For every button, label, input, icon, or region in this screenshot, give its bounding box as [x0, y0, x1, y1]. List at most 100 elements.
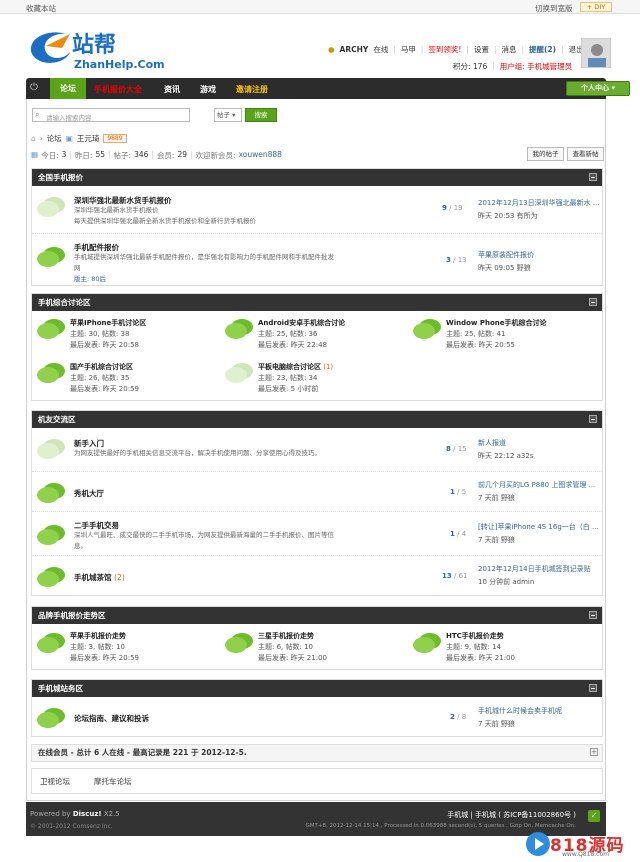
- watermark-url: www.Q818.com: [562, 851, 609, 858]
- section-site-affairs: 手机城站务区 论坛指南、建议和投诉 2 / 8 手机城什么时候会卖手机呢 7 天前…: [31, 679, 603, 737]
- forum-last-post: 2012年12月14日手机城签到记录贴 10 分钟前 admin: [478, 565, 591, 586]
- collapse-icon[interactable]: [589, 611, 597, 619]
- nav-phone-prices[interactable]: 手机报价大全: [94, 84, 142, 95]
- nav-games[interactable]: 游戏: [200, 84, 216, 95]
- expand-icon[interactable]: +: [590, 748, 598, 756]
- forum-counts: 13 / 61: [442, 572, 468, 580]
- forum-row: 论坛指南、建议和投诉 2 / 8 手机城什么时候会卖手机呢 7 天前 野狼: [32, 697, 602, 737]
- forum-desc: 为网友提供最好的手机相关信息交流平台，解决手机使用问题、分享使用心得及技巧。: [74, 449, 321, 457]
- nav-invite[interactable]: 邀请注册: [236, 84, 268, 95]
- home-icon[interactable]: ⌂: [31, 134, 36, 143]
- username[interactable]: ARCHY: [340, 45, 369, 54]
- forum-row: 手机配件报价 手机城提供深圳华强北最新手机配件报价，是华强北有影响力的手机配件网…: [32, 234, 602, 286]
- last-post-link[interactable]: [转让]苹果iPhone 4S 16g一台（白 ...: [478, 523, 599, 531]
- forum-counts: 2 / 8: [450, 713, 467, 721]
- avatar[interactable]: [581, 38, 611, 68]
- user-credits-bar: 积分: 176 | 用户组: 手机城管理员: [453, 61, 573, 72]
- nav-news[interactable]: 资讯: [164, 84, 180, 95]
- search-placeholder: 请输入搜索内容: [46, 114, 92, 122]
- section-brand-price-trends: 品牌手机报价走势区 苹果手机报价走势 主题: 3, 帖数: 10 最后发表: 昨天 …: [31, 606, 603, 670]
- search-icon: ⌕: [35, 110, 40, 119]
- user-group: 用户组: 手机城管理员: [499, 62, 573, 71]
- search-button[interactable]: 搜索: [245, 108, 277, 122]
- powered-by: Powered by Discuz! X2.5: [30, 810, 120, 818]
- forum-title[interactable]: HTC手机报价走势: [446, 632, 504, 640]
- forum-title[interactable]: 平板电脑综合讨论区: [258, 363, 321, 371]
- forum-row: 深圳华强北最新水货手机报价 深圳华强北最新水货手机报价 每天提供深圳华强北最新全新…: [32, 186, 602, 234]
- view-new-posts-button[interactable]: 查看新帖: [567, 147, 604, 161]
- forum-cell: 三星手机报价走势 主题: 6, 帖数: 10 最后发表: 昨天 21:00: [258, 632, 327, 662]
- diy-button[interactable]: + DIY: [580, 2, 612, 12]
- newest-member-link[interactable]: xouwen888: [239, 150, 282, 161]
- switch-wide-link[interactable]: 切换到宽版: [535, 3, 573, 14]
- my-posts-button[interactable]: 我的帖子: [527, 147, 564, 161]
- forum-title[interactable]: 国产手机综合讨论区: [70, 363, 133, 371]
- footer-site-info[interactable]: 手机城 | 手机城 ( 苏ICP备11002860号 ): [447, 810, 576, 820]
- forum-counts: 1 / 4: [450, 530, 467, 538]
- forum-bubble-icon: [225, 633, 253, 653]
- forum-title[interactable]: 秀机大厅: [74, 488, 104, 499]
- notifications-link[interactable]: 提醒(2): [529, 44, 556, 55]
- forum-last-post: [转让]苹果iPhone 4S 16g一台（白 ... 7 天前 野狼: [478, 523, 599, 544]
- breadcrumb-forum[interactable]: 论坛: [47, 133, 62, 144]
- rss-icon[interactable]: ✓: [588, 810, 600, 822]
- last-post-link[interactable]: 新人报道: [478, 439, 506, 447]
- last-post-link[interactable]: 手机城什么时候会卖手机呢: [478, 707, 562, 715]
- friend-link[interactable]: 摩托车论坛: [94, 776, 132, 787]
- messages-link[interactable]: 消息: [501, 44, 516, 55]
- search-input[interactable]: ⌕ 请输入搜索内容: [32, 108, 190, 122]
- breadcrumb-user[interactable]: 王元琦: [77, 133, 100, 144]
- user-badge: 9889: [103, 134, 127, 143]
- section-header: 手机综合讨论区: [32, 294, 602, 311]
- site-logo[interactable]: 站帮 ZhanHelp.Com: [26, 22, 186, 72]
- content: ⌕ 请输入搜索内容 帖子 ▾ 搜索 ⌂ › 论坛 ▣ 王元琦 9889 ▦ 今日…: [26, 99, 606, 801]
- search-scope-select[interactable]: 帖子 ▾: [214, 108, 242, 122]
- forum-bubble-icon: [225, 319, 253, 339]
- user-badge-icon: ▣: [65, 134, 73, 143]
- forum-bubble-icon: [37, 525, 65, 545]
- last-post-link[interactable]: 苹果原装配件报价: [478, 251, 534, 259]
- last-post-link[interactable]: 2012年12月13日深圳华强北最新水 ...: [478, 199, 600, 207]
- watermark: 818源码 www.Q818.com: [516, 829, 640, 862]
- personal-center-button[interactable]: 个人中心 ▾: [566, 81, 630, 96]
- collapse-icon[interactable]: [589, 415, 597, 423]
- friend-link[interactable]: 卫视论坛: [40, 776, 70, 787]
- breadcrumb: ⌂ › 论坛 ▣ 王元琦 9889: [31, 133, 127, 144]
- forum-title[interactable]: Android安卓手机综合讨论: [258, 319, 345, 327]
- forum-cell: 苹果IPhone手机讨论区 主题: 30, 帖数: 38 最后发表: 昨天 20:5…: [70, 319, 147, 349]
- online-members-bar[interactable]: 在线会员 - 总计 6 人在线 - 最高记录是 221 于 2012-12-5.…: [31, 744, 603, 762]
- forum-title[interactable]: 论坛指南、建议和投诉: [74, 713, 149, 724]
- collapse-icon[interactable]: [589, 684, 597, 692]
- forum-cell: Window Phone手机综合讨论 主题: 25, 帖数: 41 最后发表: 昨天…: [446, 319, 547, 349]
- forum-title[interactable]: 三星手机报价走势: [258, 632, 314, 640]
- forum-bubble-icon: [37, 197, 65, 217]
- nav-forum[interactable]: 论坛: [50, 78, 86, 99]
- section-header: 手机城站务区: [32, 680, 602, 697]
- forum-title[interactable]: 苹果手机报价走势: [70, 632, 126, 640]
- forum-title[interactable]: 手机城茶馆 (2): [74, 572, 125, 583]
- forum-bubble-icon: [225, 363, 253, 383]
- forum-counts: 3 / 13: [446, 256, 467, 264]
- forum-cell: 苹果手机报价走势 主题: 3, 帖数: 10 最后发表: 昨天 20:59: [70, 632, 139, 662]
- favorite-link[interactable]: 收藏本站: [26, 3, 56, 14]
- forum-title[interactable]: Window Phone手机综合讨论: [446, 319, 546, 327]
- user-icon: ●: [328, 45, 335, 54]
- credits-link[interactable]: 积分: 176: [453, 61, 487, 72]
- last-post-link[interactable]: 前几个月买的LG P880 上图求管理 ...: [478, 481, 595, 489]
- last-post-link[interactable]: 2012年12月14日手机城签到记录贴: [478, 565, 591, 573]
- forum-bubble-icon: [413, 633, 441, 653]
- main-nav: ⏻ 论坛 手机报价大全 资讯 游戏 邀请注册 个人中心 ▾: [26, 78, 630, 99]
- collapse-icon[interactable]: [589, 298, 597, 306]
- section-header: 品牌手机报价走势区: [32, 607, 602, 624]
- vest-link[interactable]: 马甲: [401, 44, 416, 55]
- power-icon[interactable]: ⏻: [30, 82, 44, 95]
- forum-bubble-icon: [37, 363, 65, 383]
- settings-link[interactable]: 设置: [474, 44, 489, 55]
- forum-title[interactable]: 苹果IPhone手机讨论区: [70, 319, 146, 327]
- forum-desc: 手机城提供深圳华强北最新手机配件报价，是华强北有影响力的手机配件网和手机配件批发…: [74, 253, 334, 283]
- user-bar: ● ARCHY 在线 | 马甲 | 签到领奖! | 设置 | 消息 | 提醒(2…: [328, 44, 584, 55]
- discuz-link[interactable]: Discuz!: [73, 810, 102, 818]
- checkin-link[interactable]: 签到领奖!: [428, 44, 461, 55]
- forum-last-post: 新人报道 昨天 22:12 a32s: [478, 439, 534, 460]
- collapse-icon[interactable]: [589, 173, 597, 181]
